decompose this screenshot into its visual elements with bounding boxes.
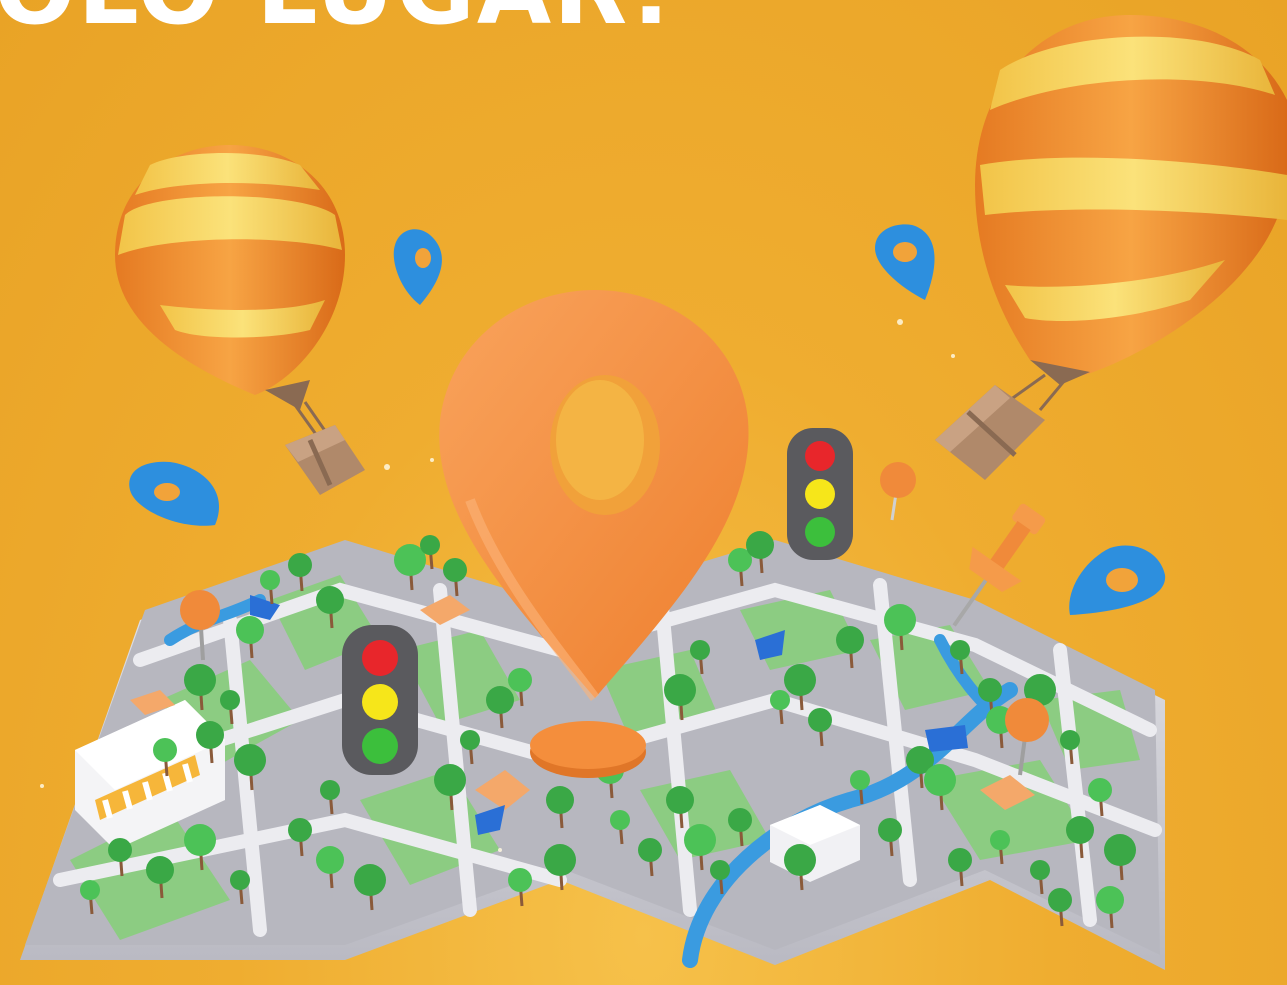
tree-crown <box>1060 730 1080 750</box>
tree-crown <box>153 738 177 762</box>
tree-crown <box>443 558 467 582</box>
traffic-light-icon <box>342 625 418 775</box>
tree-crown <box>316 586 344 614</box>
tree-crown <box>288 553 312 577</box>
tree-crown <box>924 764 956 796</box>
tree-crown <box>1030 860 1050 880</box>
tree-crown <box>684 824 716 856</box>
tree-crown <box>260 570 280 590</box>
tree-crown <box>836 626 864 654</box>
parcel-box-icon <box>285 425 365 495</box>
tree-crown <box>508 868 532 892</box>
tree-crown <box>230 870 250 890</box>
tree-crown <box>184 824 216 856</box>
tree-crown <box>784 664 816 696</box>
tree-crown <box>638 838 662 862</box>
tree-crown <box>434 764 466 796</box>
tree-crown <box>690 640 710 660</box>
tree-crown <box>486 686 514 714</box>
tree-crown <box>236 616 264 644</box>
tree-crown <box>320 780 340 800</box>
tree-crown <box>990 830 1010 850</box>
tree-crown <box>1096 886 1124 914</box>
tree-crown <box>544 844 576 876</box>
tree-crown <box>808 708 832 732</box>
tree-crown <box>508 668 532 692</box>
tree-crown <box>460 730 480 750</box>
tree-crown <box>420 535 440 555</box>
tree-crown <box>234 744 266 776</box>
tree-crown <box>220 690 240 710</box>
hot-air-balloon-icon <box>115 145 345 441</box>
tree-crown <box>948 848 972 872</box>
tree-crown <box>1088 778 1112 802</box>
tree-crown <box>610 810 630 830</box>
tree-crown <box>80 880 100 900</box>
tree-crown <box>878 818 902 842</box>
tree-crown <box>146 856 174 884</box>
tree-crown <box>710 860 730 880</box>
tree-crown <box>108 838 132 862</box>
tree-crown <box>666 786 694 814</box>
tree-crown <box>196 721 224 749</box>
traffic-light-icon <box>787 428 853 560</box>
tree-crown <box>850 770 870 790</box>
tree-crown <box>784 844 816 876</box>
map-scene <box>20 15 1287 970</box>
tree-crown <box>770 690 790 710</box>
tree-crown <box>664 674 696 706</box>
tree-crown <box>728 808 752 832</box>
tree-crown <box>184 664 216 696</box>
illustration-canvas: OLO LUGAR! <box>0 0 1287 985</box>
tree-crown <box>1048 888 1072 912</box>
tree-crown <box>950 640 970 660</box>
parcel-box-icon <box>935 385 1045 480</box>
tree-crown <box>546 786 574 814</box>
tree-crown <box>316 846 344 874</box>
tree-crown <box>1104 834 1136 866</box>
tree-crown <box>354 864 386 896</box>
hot-air-balloon-icon <box>975 15 1287 411</box>
tree-crown <box>978 678 1002 702</box>
tree-crown <box>1066 816 1094 844</box>
tree-crown <box>288 818 312 842</box>
tree-crown <box>884 604 916 636</box>
tree-crown <box>746 531 774 559</box>
